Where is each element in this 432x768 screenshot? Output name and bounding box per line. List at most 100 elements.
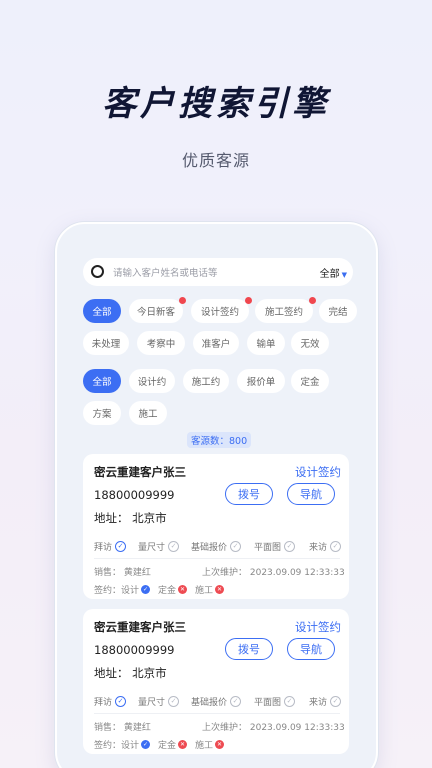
sign-item-label: 定金: [158, 586, 177, 596]
customer-card[interactable]: 密云重建客户张三 设计签约 18800009999 地址： 北京市 拨号 导航 …: [83, 609, 349, 754]
tab-label: 方案: [92, 409, 112, 420]
tab-label: 设计约: [137, 377, 167, 388]
sales-person: 销售： 黄建红: [94, 568, 151, 578]
step-label: 基础报价: [191, 543, 228, 553]
search-filter-label: 全部: [319, 269, 340, 280]
search-icon: [91, 265, 104, 278]
step-visit: 拜访 ✓: [94, 695, 127, 708]
check-circle-icon: ✓: [284, 696, 296, 707]
source-count-badge: 客源数：800: [187, 432, 252, 448]
tab-status-new-today[interactable]: 今日新客: [129, 297, 186, 323]
divider: [94, 713, 340, 714]
sign-deposit: 定金 ✕: [158, 583, 188, 596]
customer-card[interactable]: 密云重建客户张三 设计签约 18800009999 地址： 北京市 拨号 导航 …: [83, 454, 349, 599]
customer-name: 密云重建客户张三: [94, 620, 186, 634]
notification-dot: [179, 297, 186, 304]
step-label: 拜访: [94, 543, 113, 553]
hero-subtitle: 优质客源: [181, 151, 250, 170]
tab-label: 全部: [92, 307, 112, 318]
tab-type-deposit[interactable]: 定金: [291, 369, 329, 393]
tab-label: 完结: [328, 307, 348, 318]
tab-status-invalid[interactable]: 无效: [291, 331, 329, 355]
check-badge-icon: ✓: [141, 740, 151, 749]
customer-address: 地址： 北京市: [94, 511, 167, 525]
cross-badge-icon: ✕: [178, 585, 188, 594]
tab-label: 施工: [138, 409, 158, 420]
last-maintenance: 上次维护： 2023.09.09 12:33:33: [202, 723, 345, 733]
check-circle-icon: ✓: [168, 696, 180, 707]
step-return-visit: 来访 ✓: [309, 540, 342, 553]
tab-type-design-contract[interactable]: 设计约: [129, 369, 175, 393]
tab-label: 未处理: [91, 339, 121, 350]
search-input[interactable]: 请输入客户姓名或电话等: [113, 265, 218, 279]
tab-label: 施工签约: [264, 307, 303, 318]
tab-label: 输单: [256, 339, 276, 350]
step-label: 量尺寸: [138, 698, 166, 708]
dial-button[interactable]: 拨号: [225, 638, 273, 660]
check-circle-icon: ✓: [330, 541, 342, 552]
step-label: 量尺寸: [138, 543, 166, 553]
notification-dot: [309, 297, 316, 304]
sign-status-row: 签约： 设计 ✓ 定金 ✕ 施工 ✕: [94, 738, 232, 751]
tab-status-unprocessed[interactable]: 未处理: [83, 331, 129, 355]
tab-type-all[interactable]: 全部: [83, 369, 121, 393]
check-circle-icon: ✓: [230, 541, 242, 552]
customer-name: 密云重建客户张三: [94, 465, 186, 479]
search-bar[interactable]: 请输入客户姓名或电话等 全部 ▼: [83, 258, 353, 286]
hero-title: 客户搜索引擎: [102, 84, 330, 124]
sign-item-label: 施工: [195, 741, 214, 751]
sign-item-label: 定金: [158, 741, 177, 751]
customer-status: 设计签约: [295, 465, 341, 479]
tab-status-inspecting[interactable]: 考察中: [137, 331, 185, 355]
sign-status-row: 签约： 设计 ✓ 定金 ✕ 施工 ✕: [94, 583, 232, 596]
step-floor-plan: 平面图 ✓: [254, 695, 296, 708]
notification-dot: [245, 297, 252, 304]
step-label: 来访: [309, 543, 328, 553]
navigate-button[interactable]: 导航: [287, 483, 335, 505]
step-basic-quote: 基础报价 ✓: [191, 540, 242, 553]
tab-label: 报价单: [246, 377, 276, 388]
tab-status-prospect[interactable]: 准客户: [193, 331, 239, 355]
cross-badge-icon: ✕: [215, 585, 225, 594]
divider: [94, 558, 340, 559]
tab-type-construction-contract[interactable]: 施工约: [183, 369, 229, 393]
tab-status-all[interactable]: 全部: [83, 299, 121, 323]
tab-status-construction-signed[interactable]: 施工签约: [255, 297, 316, 323]
check-circle-icon: ✓: [115, 696, 127, 707]
tab-label: 准客户: [201, 339, 231, 350]
sales-person: 销售： 黄建红: [94, 723, 151, 733]
tab-type-construction[interactable]: 施工: [129, 401, 167, 425]
check-circle-icon: ✓: [230, 696, 242, 707]
tab-label: 无效: [300, 339, 320, 350]
step-visit: 拜访 ✓: [94, 540, 127, 553]
step-basic-quote: 基础报价 ✓: [191, 695, 242, 708]
tab-label: 设计签约: [200, 307, 239, 318]
tab-label: 施工约: [191, 377, 221, 388]
search-filter-dropdown[interactable]: 全部 ▼: [320, 265, 347, 280]
navigate-button[interactable]: 导航: [287, 638, 335, 660]
step-label: 来访: [309, 698, 328, 708]
sign-item-label: 设计: [121, 741, 140, 751]
step-label: 拜访: [94, 698, 113, 708]
check-badge-icon: ✓: [141, 585, 151, 594]
tab-status-design-signed[interactable]: 设计签约: [191, 297, 252, 323]
dial-button[interactable]: 拨号: [225, 483, 273, 505]
tab-label: 今日新客: [136, 307, 175, 318]
progress-steps: 拜访 ✓ 量尺寸 ✓ 基础报价 ✓ 平面图 ✓ 来访 ✓: [94, 540, 346, 554]
sign-deposit: 定金 ✕: [158, 738, 188, 751]
sign-construction: 施工 ✕: [195, 738, 225, 751]
cross-badge-icon: ✕: [178, 740, 188, 749]
check-circle-icon: ✓: [284, 541, 296, 552]
progress-steps: 拜访 ✓ 量尺寸 ✓ 基础报价 ✓ 平面图 ✓ 来访 ✓: [94, 695, 346, 709]
tab-status-completed[interactable]: 完结: [319, 299, 357, 323]
sign-design: 设计 ✓: [121, 583, 151, 596]
tab-label: 定金: [300, 377, 320, 388]
step-measure: 量尺寸 ✓: [138, 540, 180, 553]
tab-type-plan[interactable]: 方案: [83, 401, 121, 425]
last-maintenance: 上次维护： 2023.09.09 12:33:33: [202, 568, 345, 578]
step-label: 平面图: [254, 543, 282, 553]
tab-type-quotation[interactable]: 报价单: [237, 369, 285, 393]
tab-status-lost[interactable]: 输单: [247, 331, 285, 355]
cross-badge-icon: ✕: [215, 740, 225, 749]
check-circle-icon: ✓: [330, 696, 342, 707]
